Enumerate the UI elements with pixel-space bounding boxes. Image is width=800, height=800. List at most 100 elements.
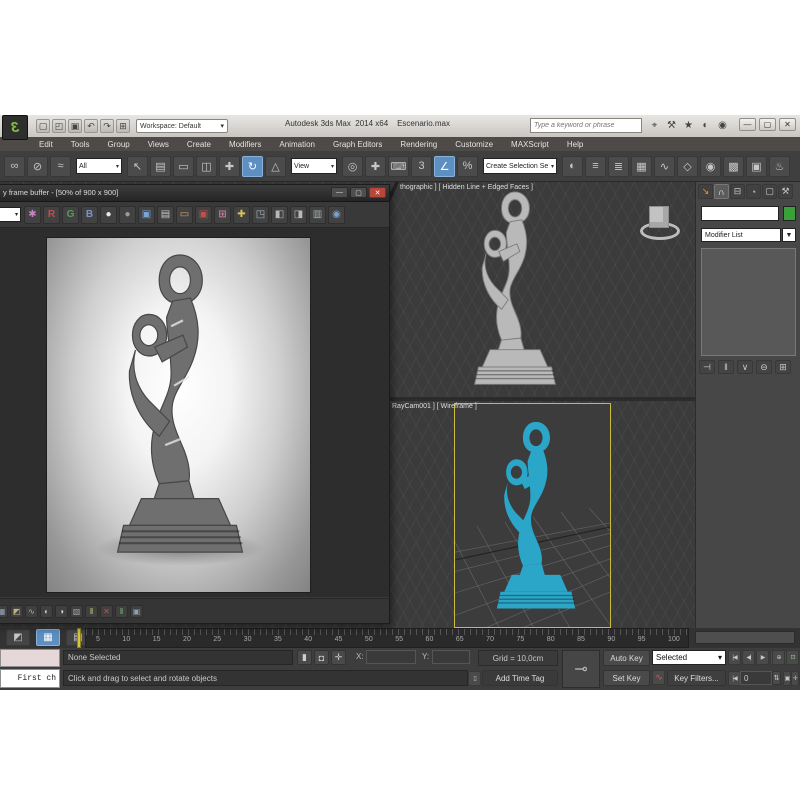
play-icon[interactable]: ▶ (756, 650, 769, 665)
mirror-icon[interactable]: ◐ (562, 156, 583, 177)
app-minimize-button[interactable]: — (739, 118, 756, 131)
helper-object[interactable] (638, 204, 684, 244)
set-key-button[interactable]: Set Key (603, 670, 650, 686)
ribbon-icon[interactable]: ▦ (631, 156, 652, 177)
sign-in-icon[interactable]: ◐ (699, 118, 712, 132)
selection-filter-dropdown[interactable]: All▾ (76, 158, 122, 174)
time-configuration-icon[interactable]: ▦ (36, 629, 60, 646)
save-image-icon[interactable]: ▣ (138, 206, 155, 224)
alpha-channel-icon[interactable]: ● (119, 206, 136, 224)
blue-channel-icon[interactable]: B (81, 206, 98, 224)
unlink-selection-icon[interactable]: ⊘ (27, 156, 48, 177)
tab-hierarchy[interactable]: ⊟ (730, 184, 745, 199)
track-mouse-icon[interactable]: ✚ (233, 206, 250, 224)
workspace-dropdown[interactable]: Workspace: Default▾ (136, 119, 228, 133)
frame-spinner[interactable]: ⇅ (772, 671, 781, 685)
selected-dropdown[interactable]: Selected▾ (652, 650, 726, 665)
viewport-label-camera[interactable]: RayCam001 ] [ Wireframe ] (392, 403, 477, 410)
vfb-info-icon[interactable]: ▣ (130, 605, 143, 618)
open-file-icon[interactable]: ◰ (52, 119, 66, 133)
sculpture-wireframe[interactable] (455, 190, 575, 392)
current-frame-field[interactable]: 0 (740, 671, 772, 685)
render-production-icon[interactable]: ♨ (769, 156, 790, 177)
search-input[interactable] (530, 118, 642, 133)
select-by-name-icon[interactable]: ▤ (150, 156, 171, 177)
compare-b-icon[interactable]: ◨ (290, 206, 307, 224)
menu-item[interactable]: Rendering (391, 140, 446, 149)
vfb-pause-icon[interactable]: ‖ (85, 605, 98, 618)
redo-icon[interactable]: ↷ (100, 119, 114, 133)
select-and-manipulate-icon[interactable]: ✚ (365, 156, 386, 177)
selection-lock-icon[interactable]: ▮ (297, 650, 312, 665)
object-color-swatch[interactable] (783, 206, 796, 221)
select-and-rotate-icon[interactable]: ↻ (242, 156, 263, 177)
y-coordinate-field[interactable] (432, 650, 470, 664)
menu-item[interactable]: Graph Editors (324, 140, 391, 149)
time-ruler[interactable]: 5101520253035404550556065707580859095100 (85, 628, 689, 648)
menu-item[interactable]: Group (98, 140, 138, 149)
vfb-srgb-icon[interactable]: ◑ (55, 605, 68, 618)
menu-item[interactable]: Help (558, 140, 592, 149)
tab-motion[interactable]: ◔ (746, 184, 761, 199)
new-file-icon[interactable]: ▢ (36, 119, 50, 133)
menu-item[interactable]: Tools (62, 140, 99, 149)
vfb-exposure-icon[interactable]: ◐ (40, 605, 53, 618)
configure-modifier-sets-icon[interactable]: ⊞ (775, 360, 791, 374)
red-channel-icon[interactable]: R (43, 206, 60, 224)
pan-icon[interactable]: ✛ (791, 671, 799, 686)
vfb-channel-dropdown[interactable]: ▾ (0, 207, 21, 222)
render-setup-icon[interactable]: ▩ (723, 156, 744, 177)
menu-item[interactable]: Animation (270, 140, 324, 149)
vfb-close-button[interactable]: ✕ (369, 187, 386, 198)
history-icon[interactable]: ▣ (195, 206, 212, 224)
zoom-icon[interactable]: ⊕ (772, 650, 785, 665)
viewport-label-orthographic[interactable]: thographic ] [ Hidden Line + Edged Faces… (400, 184, 533, 191)
tab-utilities[interactable]: ⚒ (778, 184, 793, 199)
key-mode-toggle-icon[interactable]: ◩ (6, 629, 30, 646)
app-close-button[interactable]: ✕ (779, 118, 796, 131)
menu-item[interactable]: Modifiers (220, 140, 270, 149)
maxscript-listener-output[interactable] (0, 649, 60, 667)
vfb-title-bar[interactable]: y frame buffer - [50% of 900 x 900] —▢✕ (0, 185, 389, 202)
select-object-icon[interactable]: ↖ (127, 156, 148, 177)
region-render-icon[interactable]: ◳ (252, 206, 269, 224)
material-editor-icon[interactable]: ◉ (700, 156, 721, 177)
layer-manager-icon[interactable]: ≣ (608, 156, 629, 177)
zoom-extents-icon[interactable]: ⊡ (786, 650, 799, 665)
show-end-result-icon[interactable]: ‖ (718, 360, 734, 374)
rendered-frame-window-icon[interactable]: ▣ (746, 156, 767, 177)
menu-item[interactable]: Views (139, 140, 178, 149)
vfb-icc-icon[interactable]: ▧ (70, 605, 83, 618)
snaps-toggle-icon[interactable]: 3 (411, 156, 432, 177)
set-key-toggle[interactable]: ⊸ (562, 650, 600, 688)
select-and-scale-icon[interactable]: △ (265, 156, 286, 177)
go-to-start-icon[interactable]: |◀ (728, 650, 741, 665)
menu-item[interactable]: Edit (30, 140, 62, 149)
align-icon[interactable]: ≡ (585, 156, 606, 177)
pin-stack-icon[interactable]: ⊣ (699, 360, 715, 374)
set-key-wave-icon[interactable]: ∿ (652, 670, 665, 685)
named-selection-sets-dropdown[interactable]: Create Selection Se▾ (483, 158, 557, 174)
key-filters-button[interactable]: Key Filters... (667, 670, 726, 686)
tab-create[interactable]: ↘ (698, 184, 713, 199)
vfb-correction-icon[interactable]: ◩ (10, 605, 23, 618)
track-bar-end[interactable] (695, 631, 795, 644)
color-corrections-icon[interactable]: ✱ (24, 206, 41, 224)
zoom-region-icon[interactable]: ▣ (783, 671, 791, 686)
auto-key-button[interactable]: Auto Key (603, 650, 650, 666)
object-name-field[interactable] (701, 206, 779, 221)
tab-display[interactable]: ▢ (762, 184, 777, 199)
absolute-offset-icon[interactable]: ✛ (331, 650, 346, 665)
communication-center-icon[interactable]: ⚒ (665, 118, 678, 132)
keyboard-override-icon[interactable]: ⌨ (388, 156, 409, 177)
reference-coordinate-dropdown[interactable]: View▾ (291, 158, 337, 174)
compare-a-icon[interactable]: ◧ (271, 206, 288, 224)
sculpture-camera-view[interactable] (483, 420, 589, 616)
vfb-minimize-button[interactable]: — (331, 187, 348, 198)
curve-editor-icon[interactable]: ∿ (654, 156, 675, 177)
3dsmax-logo-icon[interactable]: 3 (2, 115, 28, 140)
menu-item[interactable]: MAXScript (502, 140, 558, 149)
menu-item[interactable]: Customize (446, 140, 502, 149)
time-slider[interactable] (77, 628, 81, 648)
vfb-curve-icon[interactable]: ∿ (25, 605, 38, 618)
